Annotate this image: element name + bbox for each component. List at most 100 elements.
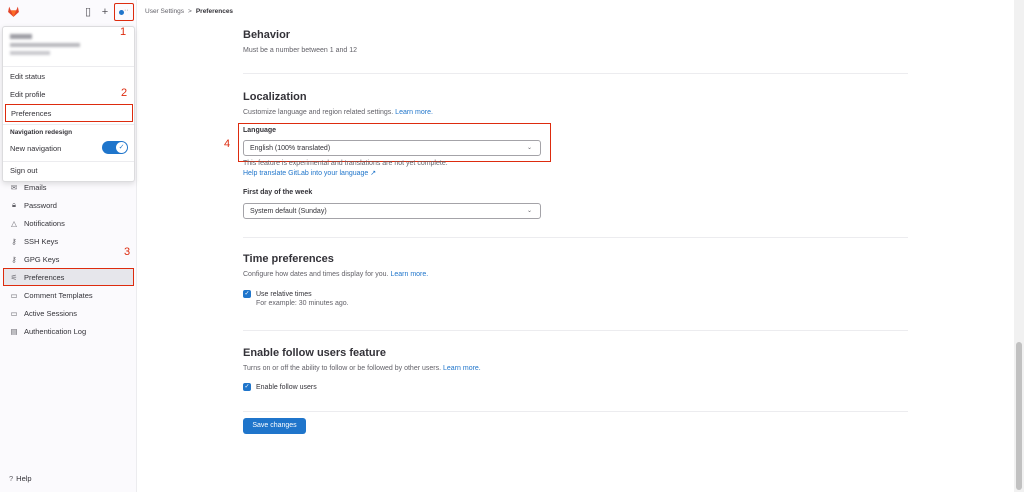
log-icon: ▤	[10, 326, 18, 336]
lock-icon: 🔒︎	[12, 200, 16, 209]
breadcrumb-user-settings[interactable]: User Settings	[145, 8, 184, 15]
divider	[243, 73, 908, 74]
follow-users-label: Enable follow users	[256, 383, 317, 391]
annotation-1: 1	[120, 26, 127, 38]
user-identity-blurred	[10, 32, 80, 55]
first-day-label: First day of the week	[243, 189, 313, 196]
sidebar-item-notifications[interactable]: △ Notifications	[0, 214, 137, 232]
divider	[243, 330, 908, 331]
localization-description: Customize language and region related se…	[243, 109, 433, 116]
language-select[interactable]: English (100% translated) ⌄	[243, 140, 541, 156]
sidebar-item-label: Emails	[24, 182, 47, 192]
sign-out-item[interactable]: Sign out	[10, 166, 38, 175]
scrollbar-thumb[interactable]	[1016, 342, 1022, 490]
chevron-down-icon: ⌄	[526, 208, 532, 214]
relative-times-checkbox-row[interactable]: ✓ Use relative times	[243, 290, 312, 298]
new-navigation-label: New navigation	[10, 144, 62, 153]
help-link[interactable]: ? Help	[9, 474, 32, 483]
vertical-scrollbar[interactable]	[1014, 0, 1024, 492]
blurred-name	[10, 34, 32, 39]
sidebar-item-ssh-keys[interactable]: ⚷ SSH Keys	[0, 232, 137, 250]
monitor-icon: ▭	[10, 308, 18, 318]
chevron-down-icon: ⌄	[526, 145, 532, 151]
localization-desc-text: Customize language and region related se…	[243, 109, 394, 116]
sidebar-item-authentication-log[interactable]: ▤ Authentication Log	[0, 322, 137, 340]
time-preferences-description: Configure how dates and times display fo…	[243, 271, 428, 278]
help-icon: ?	[9, 474, 14, 483]
breadcrumb: User Settings > Preferences	[145, 8, 233, 15]
behavior-heading: Behavior	[243, 29, 291, 41]
relative-times-example: For example: 30 minutes ago.	[256, 300, 349, 307]
experimental-note: This feature is experimental and transla…	[243, 160, 448, 167]
sidebar-item-label: Preferences	[24, 272, 65, 282]
follow-users-heading: Enable follow users feature	[243, 347, 387, 359]
comment-icon: ▭	[10, 290, 18, 300]
language-label: Language	[243, 127, 277, 134]
annotation-4: 4	[224, 138, 231, 150]
annotation-2: 2	[121, 87, 128, 99]
user-menu-dropdown: Edit status Edit profile Preferences Nav…	[2, 26, 135, 182]
preferences-menu-label: Preferences	[11, 109, 52, 118]
first-day-select[interactable]: System default (Sunday) ⌄	[243, 203, 541, 219]
save-changes-button[interactable]: Save changes	[243, 418, 306, 434]
sidebar-item-label: GPG Keys	[24, 254, 60, 264]
behavior-hint: Must be a number between 1 and 12	[243, 47, 358, 54]
sidebar-item-label: Active Sessions	[24, 308, 77, 318]
sidebar-item-label: Comment Templates	[24, 290, 93, 300]
navigation-redesign-heading: Navigation redesign	[10, 129, 73, 136]
sidebar-item-password[interactable]: 🔒︎ Password	[0, 196, 137, 214]
sidebar-item-label: SSH Keys	[24, 236, 59, 246]
toggle-sidebar-icon[interactable]: ▯	[82, 6, 94, 18]
check-icon: ✓	[116, 142, 127, 153]
language-select-value: English (100% translated)	[250, 145, 331, 152]
relative-times-label: Use relative times	[256, 290, 312, 298]
more-icon: ··	[124, 7, 129, 14]
edit-status-item[interactable]: Edit status	[10, 72, 45, 81]
key-icon: ⚷	[11, 236, 17, 246]
edit-profile-item[interactable]: Edit profile	[10, 90, 45, 99]
follow-users-description: Turns on or off the ability to follow or…	[243, 365, 481, 372]
time-preferences-heading: Time preferences	[243, 253, 334, 265]
help-translate-text: Help translate GitLab into your language	[243, 170, 369, 177]
sidebar-item-preferences[interactable]: ⚟ Preferences	[3, 268, 134, 286]
divider	[243, 237, 908, 238]
sidebar-top-bar: ▯ + ··	[0, 0, 137, 24]
divider	[3, 66, 134, 67]
relative-times-checkbox[interactable]: ✓	[243, 290, 251, 298]
sidebar-item-label: Password	[24, 200, 57, 210]
sidebar-item-active-sessions[interactable]: ▭ Active Sessions	[0, 304, 137, 322]
new-navigation-toggle[interactable]: ✓	[102, 141, 128, 154]
follow-users-checkbox[interactable]: ✓	[243, 383, 251, 391]
key-icon: ⚷	[11, 254, 17, 264]
follow-learn-more-link[interactable]: Learn more.	[443, 365, 481, 372]
bell-icon: △	[11, 218, 17, 228]
follow-users-checkbox-row[interactable]: ✓ Enable follow users	[243, 383, 317, 391]
preferences-icon: ⚟	[10, 272, 18, 282]
user-menu-button[interactable]: ··	[114, 3, 134, 21]
sidebar-item-gpg-keys[interactable]: ⚷ GPG Keys	[0, 250, 137, 268]
breadcrumb-separator: >	[188, 8, 192, 15]
divider	[3, 124, 134, 125]
divider	[243, 411, 908, 412]
localization-learn-more-link[interactable]: Learn more.	[395, 109, 433, 116]
help-translate-link[interactable]: Help translate GitLab into your language…	[243, 169, 376, 177]
preferences-menu-item[interactable]: Preferences	[5, 104, 133, 122]
divider	[3, 161, 134, 162]
sidebar-item-label: Notifications	[24, 218, 65, 228]
time-prefs-learn-more-link[interactable]: Learn more.	[390, 271, 428, 278]
external-link-icon: ↗	[370, 170, 377, 177]
breadcrumb-preferences: Preferences	[195, 8, 234, 15]
help-label: Help	[16, 474, 32, 483]
follow-desc-text: Turns on or off the ability to follow or…	[243, 365, 442, 372]
plus-icon[interactable]: +	[99, 6, 111, 18]
blurred-username	[10, 43, 80, 47]
localization-heading: Localization	[243, 91, 307, 103]
mail-icon: ✉	[10, 182, 18, 192]
settings-nav: ✉ Emails 🔒︎ Password △ Notifications ⚷ S…	[0, 178, 137, 340]
blurred-email	[10, 51, 50, 55]
sidebar-item-comment-templates[interactable]: ▭ Comment Templates	[0, 286, 137, 304]
annotation-3: 3	[124, 246, 131, 258]
gitlab-logo[interactable]	[7, 5, 20, 18]
top-bar: User Settings > Preferences	[137, 0, 1014, 24]
time-prefs-desc-text: Configure how dates and times display fo…	[243, 271, 389, 278]
